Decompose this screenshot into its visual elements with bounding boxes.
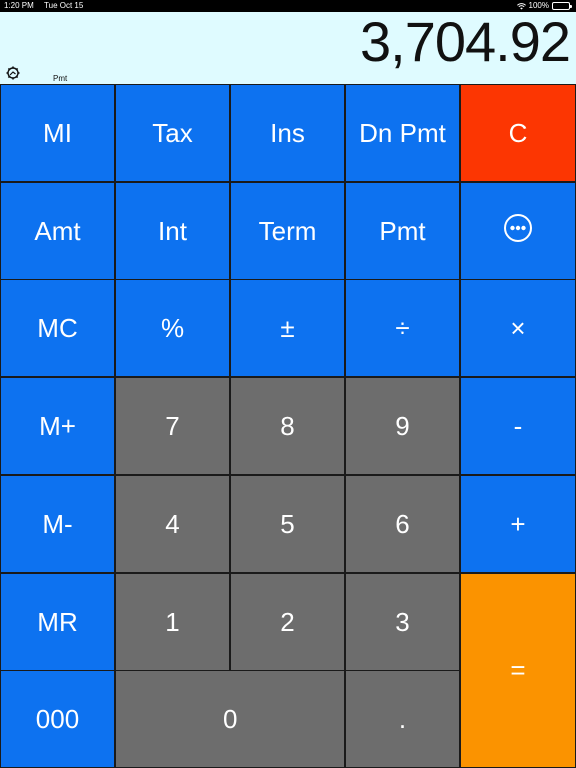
key-label: Pmt	[379, 215, 426, 246]
key-amt[interactable]: Amt	[0, 182, 115, 280]
key-6[interactable]: 6	[345, 475, 460, 573]
key-2[interactable]: 2	[230, 573, 345, 671]
key-m-minus[interactable]: M-	[0, 475, 115, 573]
key-label: .	[398, 703, 407, 734]
key-multiply[interactable]: ×	[460, 279, 576, 377]
key-label: 1	[165, 606, 180, 637]
key-label: Ins	[270, 117, 305, 148]
key-label: 6	[395, 508, 410, 539]
key-1[interactable]: 1	[115, 573, 230, 671]
key-label: 7	[165, 410, 180, 441]
key-label: ÷	[395, 312, 410, 343]
key-label: MR	[37, 606, 78, 637]
key-9[interactable]: 9	[345, 377, 460, 475]
key-m-plus[interactable]: M+	[0, 377, 115, 475]
key-000[interactable]: 000	[0, 670, 115, 768]
key-divide[interactable]: ÷	[345, 279, 460, 377]
key-5[interactable]: 5	[230, 475, 345, 573]
status-time: 1:20 PM	[4, 1, 34, 10]
key-label: +	[510, 508, 526, 539]
key-more[interactable]	[460, 182, 576, 280]
key-7[interactable]: 7	[115, 377, 230, 475]
key-label: Amt	[34, 215, 81, 246]
key-label: 2	[280, 606, 295, 637]
key-label: MI	[43, 117, 72, 148]
key-label: M+	[39, 410, 76, 441]
key-label: ±	[280, 312, 295, 343]
key-mi[interactable]: MI	[0, 84, 115, 182]
key-label: MC	[37, 312, 78, 343]
key-decimal[interactable]: .	[345, 670, 460, 768]
key-int[interactable]: Int	[115, 182, 230, 280]
key-label: 0	[223, 703, 238, 734]
key-0[interactable]: 0	[115, 670, 345, 768]
battery-icon	[552, 2, 572, 10]
key-label: =	[510, 655, 526, 685]
key-label: %	[160, 312, 185, 343]
key-label: Int	[158, 215, 187, 246]
key-label: 8	[280, 410, 295, 441]
calculator-display: 3,704.92 Pmt	[0, 12, 576, 84]
key-clear[interactable]: C	[460, 84, 576, 182]
key-label: C	[508, 117, 528, 148]
gear-icon[interactable]	[6, 66, 20, 80]
key-label: -	[513, 410, 523, 441]
more-icon	[503, 213, 533, 250]
key-equals[interactable]: =	[460, 573, 576, 768]
key-label: 9	[395, 410, 410, 441]
key-dn-pmt[interactable]: Dn Pmt	[345, 84, 460, 182]
key-minus[interactable]: -	[460, 377, 576, 475]
key-term[interactable]: Term	[230, 182, 345, 280]
display-value: 3,704.92	[360, 10, 571, 73]
key-label: Dn Pmt	[359, 117, 446, 148]
status-date: Tue Oct 15	[44, 1, 84, 10]
wifi-icon	[516, 2, 526, 10]
key-mc[interactable]: MC	[0, 279, 115, 377]
key-4[interactable]: 4	[115, 475, 230, 573]
mode-indicator: Pmt	[53, 74, 68, 83]
key-label: 5	[280, 508, 295, 539]
keypad: MI Tax Ins Dn Pmt C Amt Int Term Pmt MC% ± ÷ × M+ 7 8 9 -…	[0, 84, 576, 768]
key-ins[interactable]: Ins	[230, 84, 345, 182]
key-label: ×	[510, 312, 526, 343]
key-label: Term	[258, 215, 317, 246]
key-8[interactable]: 8	[230, 377, 345, 475]
key-plus[interactable]: +	[460, 475, 576, 573]
key-tax[interactable]: Tax	[115, 84, 230, 182]
key-label: M-	[42, 508, 73, 539]
key-label: 3	[395, 606, 410, 637]
key-mr[interactable]: MR	[0, 573, 115, 671]
key-label: Tax	[152, 117, 193, 148]
key-label: 000	[35, 703, 80, 734]
key-3[interactable]: 3	[345, 573, 460, 671]
key-label: 4	[165, 508, 180, 539]
key-percent[interactable]: %	[115, 279, 230, 377]
key-pmt[interactable]: Pmt	[345, 182, 460, 280]
key-plus-minus[interactable]: ±	[230, 279, 345, 377]
